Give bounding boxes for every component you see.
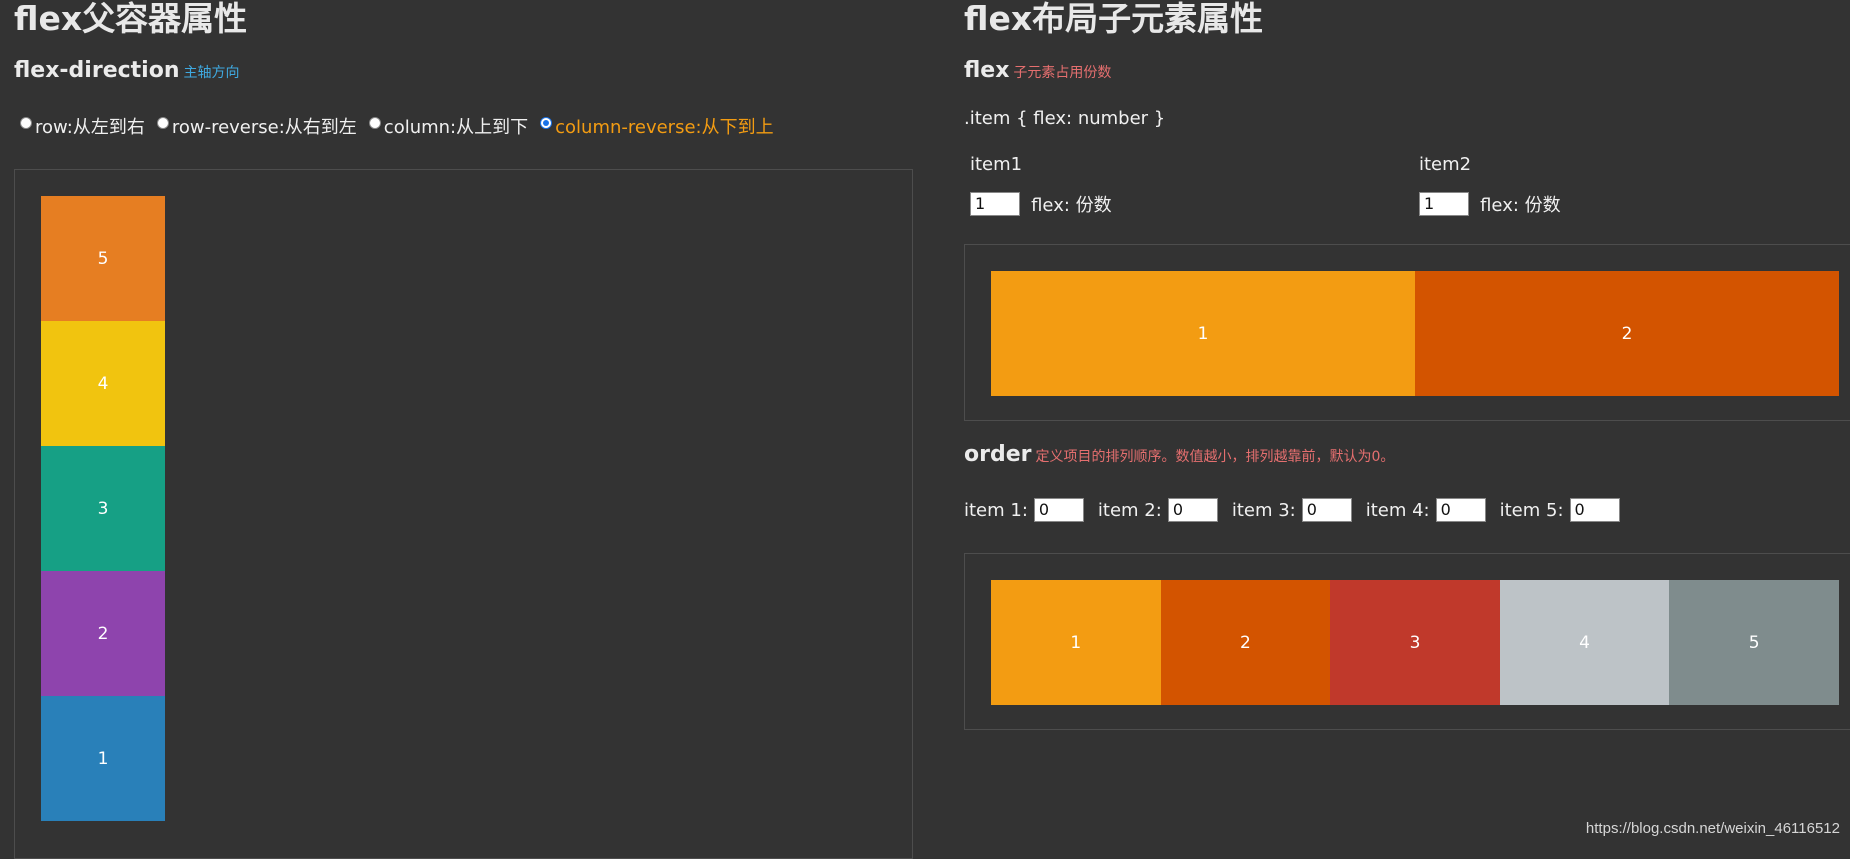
- item2-control: 1 flex: 份数: [1419, 191, 1561, 217]
- item1-flex-suffix: flex: 份数: [1031, 195, 1112, 216]
- right-heading: flex布局子元素属性: [964, 0, 1264, 38]
- order-item-3-label: 3: [1409, 632, 1421, 653]
- order-item-2-label: 2: [1239, 632, 1251, 653]
- order-item5-input[interactable]: 0: [1569, 498, 1620, 522]
- order-item2-input[interactable]: 0: [1167, 498, 1218, 522]
- flex-title: flex: [964, 58, 1010, 83]
- flex-item-2-label: 2: [1621, 323, 1633, 344]
- order-item-5: 5: [1669, 580, 1839, 705]
- order-item3-input[interactable]: 0: [1301, 498, 1352, 522]
- stack-item-1: 1: [41, 696, 165, 821]
- flex-item-1: 1: [991, 271, 1415, 396]
- flex-demo-container: 1 2: [964, 244, 1850, 421]
- flex-code-line: .item { flex: number }: [964, 108, 1166, 129]
- stack-item-5-label: 5: [97, 248, 109, 269]
- order-item1-input[interactable]: 0: [1033, 498, 1084, 522]
- stack-item-1-label: 1: [97, 748, 109, 769]
- item1-label: item1: [970, 154, 1023, 175]
- order-item-3: 3: [1330, 580, 1500, 705]
- stack-item-3: 3: [41, 446, 165, 571]
- radio-row-label: row:从左到右: [35, 117, 145, 138]
- radio-column-label: column:从上到下: [383, 117, 529, 138]
- order-item-1-label: 1: [1070, 632, 1082, 653]
- direction-radio-group: row:从左到右 row-reverse:从右到左 column:从上到下 co…: [20, 113, 786, 139]
- stack-item-3-label: 3: [97, 498, 109, 519]
- radio-column-reverse-dot[interactable]: [540, 117, 553, 129]
- radio-column-reverse[interactable]: column-reverse:从下到上: [540, 113, 774, 139]
- radio-row[interactable]: row:从左到右: [20, 113, 145, 139]
- order-demo-container: 1 2 3 4 5: [964, 553, 1850, 730]
- flex-demo-row: 1 2: [991, 271, 1839, 396]
- left-panel: flex父容器属性 flex-direction 主轴方向 row:从左到右 ro…: [14, 0, 914, 859]
- flex-direction-title-row: flex-direction 主轴方向: [14, 58, 239, 83]
- right-panel: flex布局子元素属性 flex 子元素占用份数 .item { flex: nu…: [964, 0, 1850, 730]
- stack-item-5: 5: [41, 196, 165, 321]
- flex-title-row: flex 子元素占用份数: [964, 58, 1111, 83]
- radio-row-reverse-label: row-reverse:从右到左: [171, 117, 357, 138]
- order-demo-row: 1 2 3 4 5: [991, 580, 1839, 705]
- order-item4-label: item 4:: [1365, 499, 1430, 521]
- item2-label: item2: [1419, 154, 1472, 175]
- order-item3-label: item 3:: [1231, 499, 1296, 521]
- order-item1-label: item 1:: [964, 499, 1028, 521]
- left-heading: flex父容器属性: [14, 0, 248, 38]
- order-note: 定义项目的排列顺序。数值越小，排列越靠前，默认为0。: [1035, 449, 1395, 465]
- radio-row-dot[interactable]: [20, 117, 32, 129]
- item2-flex-suffix: flex: 份数: [1480, 195, 1561, 216]
- stack-item-2: 2: [41, 571, 165, 696]
- order-item-1: 1: [991, 580, 1161, 705]
- stack-item-4: 4: [41, 321, 165, 446]
- direction-demo-container: 5 4 3 2 1: [14, 169, 913, 859]
- order-item2-label: item 2:: [1097, 499, 1162, 521]
- radio-row-reverse[interactable]: row-reverse:从右到左: [156, 113, 357, 139]
- order-title-row: order 定义项目的排列顺序。数值越小，排列越靠前，默认为0。: [964, 442, 1394, 467]
- item1-control: 1 flex: 份数: [970, 191, 1112, 217]
- direction-demo-stack: 5 4 3 2 1: [41, 196, 165, 821]
- order-inputs-row: item 1: 0 item 2: 0 item 3: 0 item 4: 0 …: [964, 498, 1620, 522]
- radio-column[interactable]: column:从上到下: [368, 113, 529, 139]
- order-item-4: 4: [1499, 580, 1670, 705]
- flex-direction-title: flex-direction: [14, 58, 180, 83]
- order-item-5-label: 5: [1748, 632, 1760, 653]
- order-title: order: [964, 442, 1032, 467]
- order-item4-input[interactable]: 0: [1435, 498, 1486, 522]
- order-item-2: 2: [1160, 580, 1331, 705]
- radio-column-reverse-label: column-reverse:从下到上: [555, 117, 774, 138]
- order-item-4-label: 4: [1579, 632, 1590, 653]
- flex-item-1-label: 1: [1197, 323, 1209, 344]
- radio-row-reverse-dot[interactable]: [156, 117, 169, 129]
- stack-item-2-label: 2: [97, 623, 109, 644]
- radio-column-dot[interactable]: [368, 117, 381, 129]
- flex-item-2: 2: [1415, 271, 1839, 396]
- flex-direction-note: 主轴方向: [183, 65, 240, 81]
- item2-flex-input[interactable]: 1: [1419, 192, 1469, 216]
- order-item5-label: item 5:: [1499, 499, 1564, 521]
- stack-item-4-label: 4: [97, 373, 109, 394]
- flex-note: 子元素占用份数: [1013, 65, 1112, 81]
- watermark-url: https://blog.csdn.net/weixin_46116512: [1585, 820, 1840, 837]
- item1-flex-input[interactable]: 1: [970, 192, 1020, 216]
